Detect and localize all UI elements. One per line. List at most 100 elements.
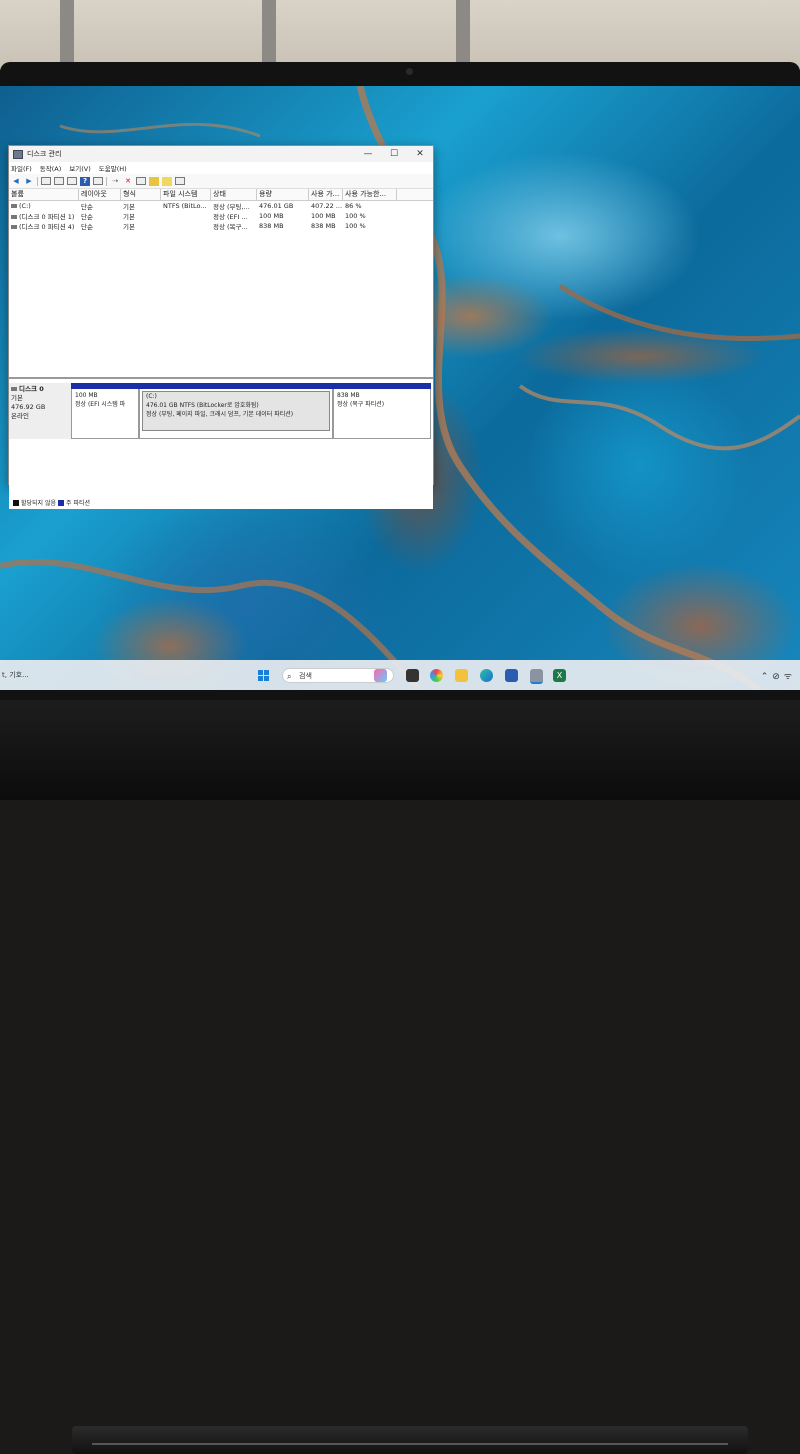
cell-percent-free: 100 % [345,222,366,230]
forward-arrow-icon[interactable]: ▶ [24,177,34,186]
cell-status: 정상 (복구... [213,223,248,231]
cell-type: 기본 [123,223,135,231]
table-row[interactable]: (C:) 단순 기본 NTFS (BitLo... 정상 (부팅,... 476… [9,201,433,211]
webcam [406,68,413,75]
partition-recovery[interactable]: 838 MB 정상 (복구 파티션) [333,383,431,439]
checklist-icon[interactable] [136,177,146,185]
column-layout[interactable]: 레이아웃 [79,189,121,200]
title-bar[interactable]: 디스크 관리 — ☐ ✕ [9,146,433,162]
partition-status: 정상 (부팅, 페이지 파일, 크래시 덤프, 기본 데이터 파티션) [146,411,294,418]
folder-icon[interactable] [149,176,159,186]
disk-icon [11,387,17,391]
legend-unallocated: 할당되지 않음 [21,500,57,507]
menu-bar: 파일(F) 동작(A) 보기(V) 도움말(H) [9,162,433,174]
primary-partition-stripe [333,383,431,389]
wall-fixture [456,0,470,66]
taskbar-widget-text[interactable]: t, 기호... [2,670,29,680]
store-icon[interactable] [505,669,518,682]
volume-icon [11,204,17,208]
cell-type: 기본 [123,203,135,211]
window-icon[interactable] [175,177,185,185]
legend-primary: 주 파티션 [66,500,91,507]
window-title: 디스크 관리 [27,150,62,158]
column-volume[interactable]: 볼륨 [9,189,79,200]
excel-icon[interactable]: X [553,669,566,682]
primary-partition-stripe [139,383,333,389]
cell-volume: (디스크 0 파티션 1) [19,213,75,221]
list-view-icon[interactable] [67,177,77,185]
disk-name: 디스크 0 [19,385,44,393]
disk-info-panel[interactable]: 디스크 0 기본 476.92 GB 온라인 [9,383,71,439]
volume-list-header: 볼륨 레이아웃 형식 파일 시스템 상태 용량 사용 가... 사용 가능한..… [9,189,433,201]
volume-icon [11,215,17,219]
cell-percent-free: 86 % [345,202,362,210]
help-icon[interactable]: ? [80,176,90,186]
cell-free-space: 838 MB [311,222,336,230]
primary-partition-stripe [71,383,139,389]
maximize-button[interactable]: ☐ [381,149,407,159]
column-free-space[interactable]: 사용 가... [309,189,343,200]
laptop-base [0,700,800,1454]
cell-capacity: 476.01 GB [259,202,294,210]
minimize-button[interactable]: — [355,149,381,159]
disk-management-taskbar-icon[interactable] [530,669,543,684]
toolbar: ◀ ▶ ? ⇢ ✕ [9,174,433,189]
partition-size: 838 MB [337,392,360,399]
cell-status: 정상 (EFI ... [213,213,248,221]
table-row[interactable]: (디스크 0 파티션 1) 단순 기본 정상 (EFI ... 100 MB 1… [9,211,433,221]
menu-help[interactable]: 도움말(H) [99,163,127,173]
column-filesystem[interactable]: 파일 시스템 [161,189,211,200]
properties-icon[interactable] [54,177,64,185]
file-explorer-icon[interactable] [455,669,468,682]
view-icon[interactable] [93,177,103,185]
cell-volume: (디스크 0 파티션 4) [19,223,75,231]
system-tray[interactable]: ⌃⊘ᯤ [761,669,796,682]
delete-icon[interactable]: ✕ [123,177,133,186]
cell-layout: 단순 [81,213,93,221]
task-view-icon[interactable] [406,669,419,682]
partition-status: 정상 (복구 파티션) [337,401,385,408]
edge-colorful-icon[interactable] [430,669,443,682]
column-capacity[interactable]: 용량 [257,189,309,200]
close-button[interactable]: ✕ [407,149,433,159]
cell-type: 기본 [123,213,135,221]
menu-action[interactable]: 동작(A) [40,163,61,173]
menu-view[interactable]: 보기(V) [69,163,90,173]
disk-type: 기본 [11,394,23,402]
column-percent-free[interactable]: 사용 가능한... [343,189,397,200]
back-arrow-icon[interactable]: ◀ [11,177,21,186]
column-type[interactable]: 형식 [121,189,161,200]
windows-start-icon[interactable] [258,670,270,682]
wall-fixture [262,0,276,66]
volume-icon [11,225,17,229]
laptop-hinge [72,1426,748,1454]
cell-volume: (C:) [19,202,31,210]
search-placeholder: 검색 [299,672,312,680]
disk-size: 476.92 GB [11,403,46,411]
cell-layout: 단순 [81,223,93,231]
wall-fixture [60,0,74,66]
volume-list: 볼륨 레이아웃 형식 파일 시스템 상태 용량 사용 가... 사용 가능한..… [9,189,433,379]
cell-layout: 단순 [81,203,93,211]
table-row[interactable]: (디스크 0 파티션 4) 단순 기본 정상 (복구... 838 MB 838… [9,221,433,231]
search-icon: ⌕ [287,672,292,681]
cell-status: 정상 (부팅,... [213,203,250,211]
partition-c[interactable]: (C:) 476.01 GB NTFS (BitLocker로 암호화됨) 정상… [139,383,333,439]
partition-label: (C:) [146,393,157,400]
column-status[interactable]: 상태 [211,189,257,200]
disk-management-window[interactable]: 디스크 관리 — ☐ ✕ 파일(F) 동작(A) 보기(V) 도움말(H) ◀ … [8,145,434,509]
disk-management-icon [13,149,23,159]
search-folder-icon[interactable] [162,176,172,186]
edge-icon[interactable] [480,669,493,682]
console-tree-icon[interactable] [41,177,51,185]
cell-filesystem: NTFS (BitLo... [163,202,207,210]
cell-capacity: 838 MB [259,222,284,230]
copilot-icon[interactable] [374,669,387,682]
legend: 할당되지 않음 주 파티션 [11,498,90,507]
connect-icon[interactable]: ⇢ [110,177,120,186]
cell-free-space: 100 MB [311,212,336,220]
partition-size: 100 MB [75,392,98,399]
disk-status: 온라인 [11,412,29,420]
partition-efi[interactable]: 100 MB 정상 (EFI 시스템 파 [71,383,139,439]
menu-file[interactable]: 파일(F) [11,163,32,173]
